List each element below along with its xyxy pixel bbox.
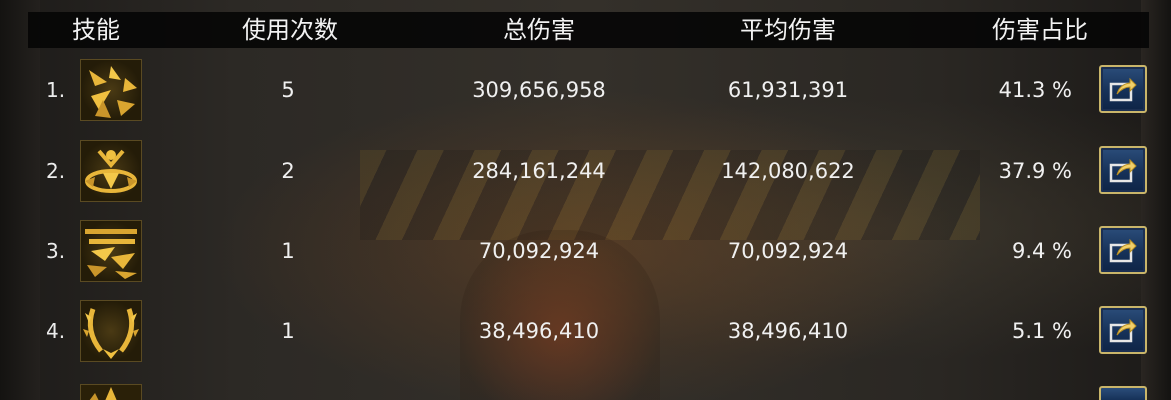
- header-skill: 技能: [72, 16, 120, 44]
- share-button[interactable]: [1099, 65, 1147, 113]
- share-button[interactable]: [1099, 226, 1147, 274]
- row-rank: 2.: [46, 159, 66, 183]
- uses-count: 2: [281, 159, 295, 183]
- total-damage: 70,092,924: [478, 239, 600, 263]
- total-damage: 309,656,958: [472, 78, 606, 102]
- uses-count: 5: [281, 78, 295, 102]
- share-export-icon: [1109, 158, 1137, 183]
- row-rank: 4.: [46, 319, 66, 343]
- damage-share: 9.4 %: [1011, 239, 1072, 263]
- average-damage: 70,092,924: [727, 239, 849, 263]
- partial-row-skill-icon: [80, 384, 142, 400]
- table-row: 2. 2 284,161,244 142,080,622 37.9 %: [0, 131, 1171, 211]
- table-row: 1. 5 309,656,958 61,931,391 41.3 %: [0, 50, 1171, 130]
- header-average-damage: 平均伤害: [740, 16, 836, 44]
- table-header-bar: [28, 12, 1149, 48]
- average-damage: 142,080,622: [721, 159, 855, 183]
- total-damage: 284,161,244: [472, 159, 606, 183]
- damage-share: 41.3 %: [998, 78, 1072, 102]
- skill-icon: [80, 300, 142, 362]
- share-export-icon: [1109, 77, 1137, 102]
- damage-share: 5.1 %: [1011, 319, 1072, 343]
- row-rank: 3.: [46, 239, 66, 263]
- damage-share: 37.9 %: [998, 159, 1072, 183]
- total-damage: 38,496,410: [478, 319, 600, 343]
- header-damage-share: 伤害占比: [992, 16, 1088, 44]
- row-rank: 1.: [46, 78, 66, 102]
- table-row: 4. 1 38,496,410 38,496,410 5.1 %: [0, 291, 1171, 371]
- share-button[interactable]: [1099, 146, 1147, 194]
- partial-row-share-button[interactable]: [1099, 386, 1147, 400]
- table-row: 3. 1 70,092,924 70,092,924 9.4 %: [0, 211, 1171, 291]
- skill-icon: [80, 59, 142, 121]
- skill-icon: [80, 140, 142, 202]
- skill-icon: [80, 220, 142, 282]
- share-button[interactable]: [1099, 306, 1147, 354]
- average-damage: 61,931,391: [727, 78, 849, 102]
- average-damage: 38,496,410: [727, 319, 849, 343]
- share-export-icon: [1109, 238, 1137, 263]
- uses-count: 1: [281, 239, 295, 263]
- share-export-icon: [1109, 318, 1137, 343]
- uses-count: 1: [281, 319, 295, 343]
- header-uses: 使用次数: [242, 16, 338, 44]
- header-total-damage: 总伤害: [503, 16, 575, 44]
